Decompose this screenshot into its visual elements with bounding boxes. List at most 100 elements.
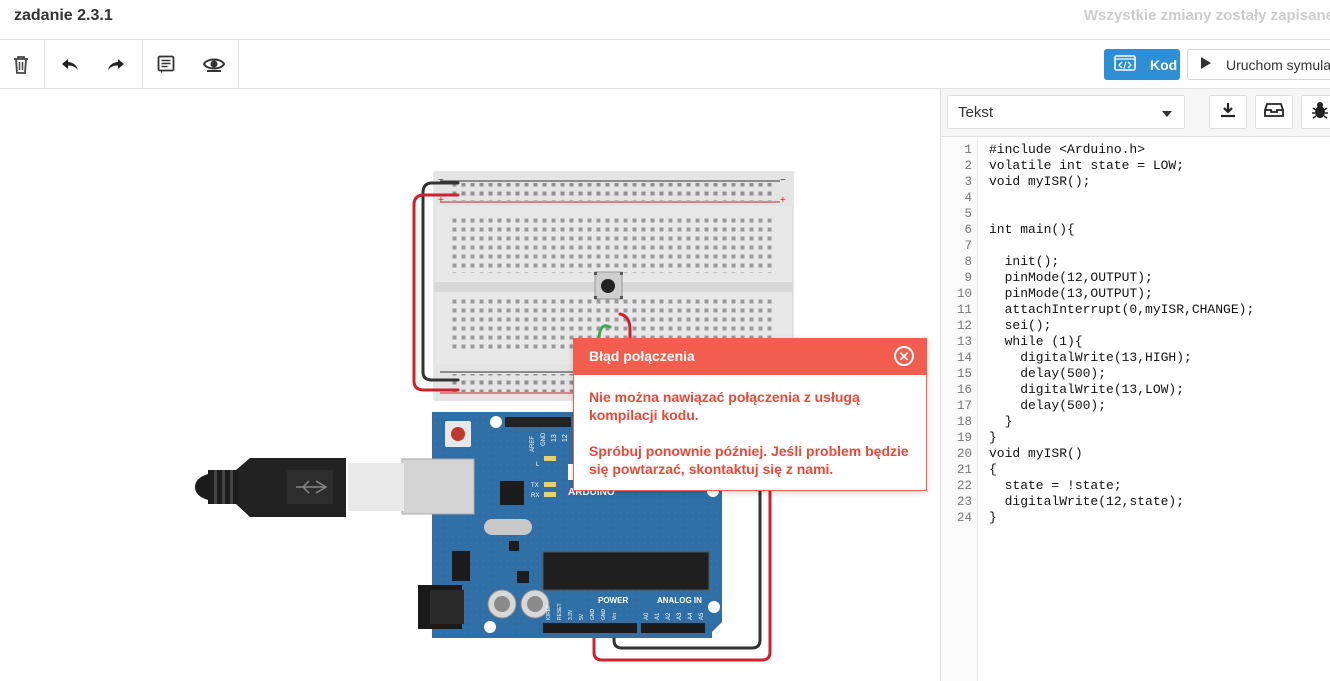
code-line[interactable]: delay(500); xyxy=(989,366,1106,381)
circuit-canvas[interactable]: − + − + ARDUINO POWER ANALOG IN AREF GND… xyxy=(0,89,940,681)
power-header-label: POWER xyxy=(598,596,628,605)
code-editor[interactable]: 1 2 3 4 5 6 7 8 9 10 11 12 13 14 15 16 1… xyxy=(941,139,1330,681)
code-button-label: Kod xyxy=(1150,56,1178,73)
line-number: 15 xyxy=(956,367,972,381)
line-number: 11 xyxy=(956,303,972,317)
usb-cable[interactable] xyxy=(195,458,475,517)
download-code-button[interactable] xyxy=(1209,95,1247,129)
line-number: 7 xyxy=(964,239,972,253)
close-icon[interactable]: ✕ xyxy=(894,346,914,366)
line-number: 2 xyxy=(964,159,972,173)
code-line[interactable]: digitalWrite(12,state); xyxy=(989,494,1184,509)
error-dialog-title: Błąd połączenia xyxy=(589,348,695,364)
trash-icon[interactable] xyxy=(6,50,36,80)
led-label-tx: TX xyxy=(531,483,539,489)
power-pin-3v3: 3.3V xyxy=(568,609,574,620)
line-number: 6 xyxy=(964,223,972,237)
chevron-down-icon xyxy=(1162,111,1172,117)
analog-pin-a1: A1 xyxy=(655,612,661,620)
notes-icon[interactable] xyxy=(151,50,181,80)
code-line[interactable]: } xyxy=(989,414,1013,429)
code-mode-value: Tekst xyxy=(958,104,994,121)
toolbar: Kod Uruchom symulację xyxy=(0,40,1330,89)
code-line[interactable]: sei(); xyxy=(989,318,1052,333)
code-line[interactable]: digitalWrite(13,HIGH); xyxy=(989,350,1192,365)
top-bar: zadanie 2.3.1 Wszystkie zmiany zostały z… xyxy=(0,0,1330,40)
line-number: 10 xyxy=(956,287,972,301)
led-label-rx: RX xyxy=(531,493,539,499)
svg-text:+: + xyxy=(780,195,786,206)
code-line[interactable]: void myISR(); xyxy=(989,174,1090,189)
line-number: 9 xyxy=(964,271,972,285)
code-line[interactable]: delay(500); xyxy=(989,398,1106,413)
line-number: 16 xyxy=(956,383,972,397)
code-line[interactable]: } xyxy=(989,510,997,525)
line-number: 12 xyxy=(956,319,972,333)
error-dialog-header: Błąd połączenia ✕ xyxy=(574,339,926,375)
line-number: 1 xyxy=(964,143,972,157)
line-number: 23 xyxy=(956,495,972,509)
analog-pin-a0: A0 xyxy=(644,612,650,620)
eye-icon[interactable] xyxy=(199,50,229,80)
debugger-button[interactable] xyxy=(1301,95,1330,129)
redo-icon[interactable] xyxy=(101,50,131,80)
connection-error-dialog: Błąd połączenia ✕ Nie można nawiązać poł… xyxy=(573,338,927,491)
line-number: 3 xyxy=(964,175,972,189)
power-pin-gnd-1: GND xyxy=(590,609,596,621)
library-button[interactable] xyxy=(1255,95,1293,129)
code-line[interactable]: pinMode(12,OUTPUT); xyxy=(989,270,1153,285)
code-panel-header: Tekst xyxy=(941,89,1330,137)
code-button[interactable]: Kod xyxy=(1104,49,1180,80)
project-title[interactable]: zadanie 2.3.1 xyxy=(14,7,113,25)
code-line[interactable]: init(); xyxy=(989,254,1060,269)
toolbar-group-view xyxy=(143,40,239,89)
code-line[interactable]: volatile int state = LOW; xyxy=(989,158,1184,173)
code-line[interactable]: state = !state; xyxy=(989,478,1122,493)
power-pin-reset: RESET xyxy=(557,603,563,620)
error-message-primary: Nie można nawiązać połączenia z usługą k… xyxy=(589,389,860,423)
code-line[interactable]: int main(){ xyxy=(989,222,1075,237)
play-icon xyxy=(1200,56,1212,73)
start-simulation-label: Uruchom symulację xyxy=(1226,56,1330,73)
analog-pin-a2: A2 xyxy=(666,612,672,620)
power-pin-ioref: IOREF xyxy=(546,605,552,620)
code-mode-select[interactable]: Tekst xyxy=(947,95,1185,129)
pin-label-aref: AREF xyxy=(530,436,536,452)
power-pin-gnd-2: GND xyxy=(601,609,607,621)
analog-pin-a3: A3 xyxy=(677,612,683,620)
code-icon xyxy=(1114,55,1136,74)
line-number: 5 xyxy=(964,207,972,221)
code-line[interactable]: digitalWrite(13,LOW); xyxy=(989,382,1184,397)
start-simulation-button[interactable]: Uruchom symulację xyxy=(1187,49,1330,80)
code-line[interactable]: } xyxy=(989,430,997,445)
toolbar-group-delete xyxy=(0,40,45,89)
line-number: 22 xyxy=(956,479,972,493)
code-editor-panel: Tekst 1 2 3 4 5 6 7 8 9 10 11 12 13 14 1… xyxy=(940,89,1330,681)
line-number: 14 xyxy=(956,351,972,365)
code-line[interactable]: void myISR() xyxy=(989,446,1083,461)
analog-header-label: ANALOG IN xyxy=(657,596,702,605)
line-number: 8 xyxy=(964,255,972,269)
download-icon xyxy=(1219,101,1237,124)
line-number: 4 xyxy=(964,191,972,205)
line-number: 20 xyxy=(956,447,972,461)
code-line[interactable]: { xyxy=(989,462,997,477)
undo-icon[interactable] xyxy=(55,50,85,80)
power-pin-vin: Vin xyxy=(612,613,618,620)
library-icon xyxy=(1264,102,1284,123)
line-number: 17 xyxy=(956,399,972,413)
error-dialog-body: Nie można nawiązać połączenia z usługą k… xyxy=(574,375,926,478)
bug-icon xyxy=(1311,100,1329,125)
svg-text:−: − xyxy=(780,175,786,186)
pushbutton[interactable] xyxy=(594,271,623,300)
error-message-secondary: Spróbuj ponownie później. Jeśli problem … xyxy=(589,443,909,477)
code-line[interactable]: #include <Arduino.h> xyxy=(989,142,1145,157)
analog-pin-a4: A4 xyxy=(688,612,694,620)
line-number: 24 xyxy=(956,511,972,525)
code-line[interactable]: attachInterrupt(0,myISR,CHANGE); xyxy=(989,302,1255,317)
pin-label-13: 13 xyxy=(551,434,558,442)
code-line[interactable]: while (1){ xyxy=(989,334,1083,349)
pin-label-12: 12 xyxy=(562,434,569,442)
code-line[interactable]: pinMode(13,OUTPUT); xyxy=(989,286,1153,301)
line-number: 19 xyxy=(956,431,972,445)
